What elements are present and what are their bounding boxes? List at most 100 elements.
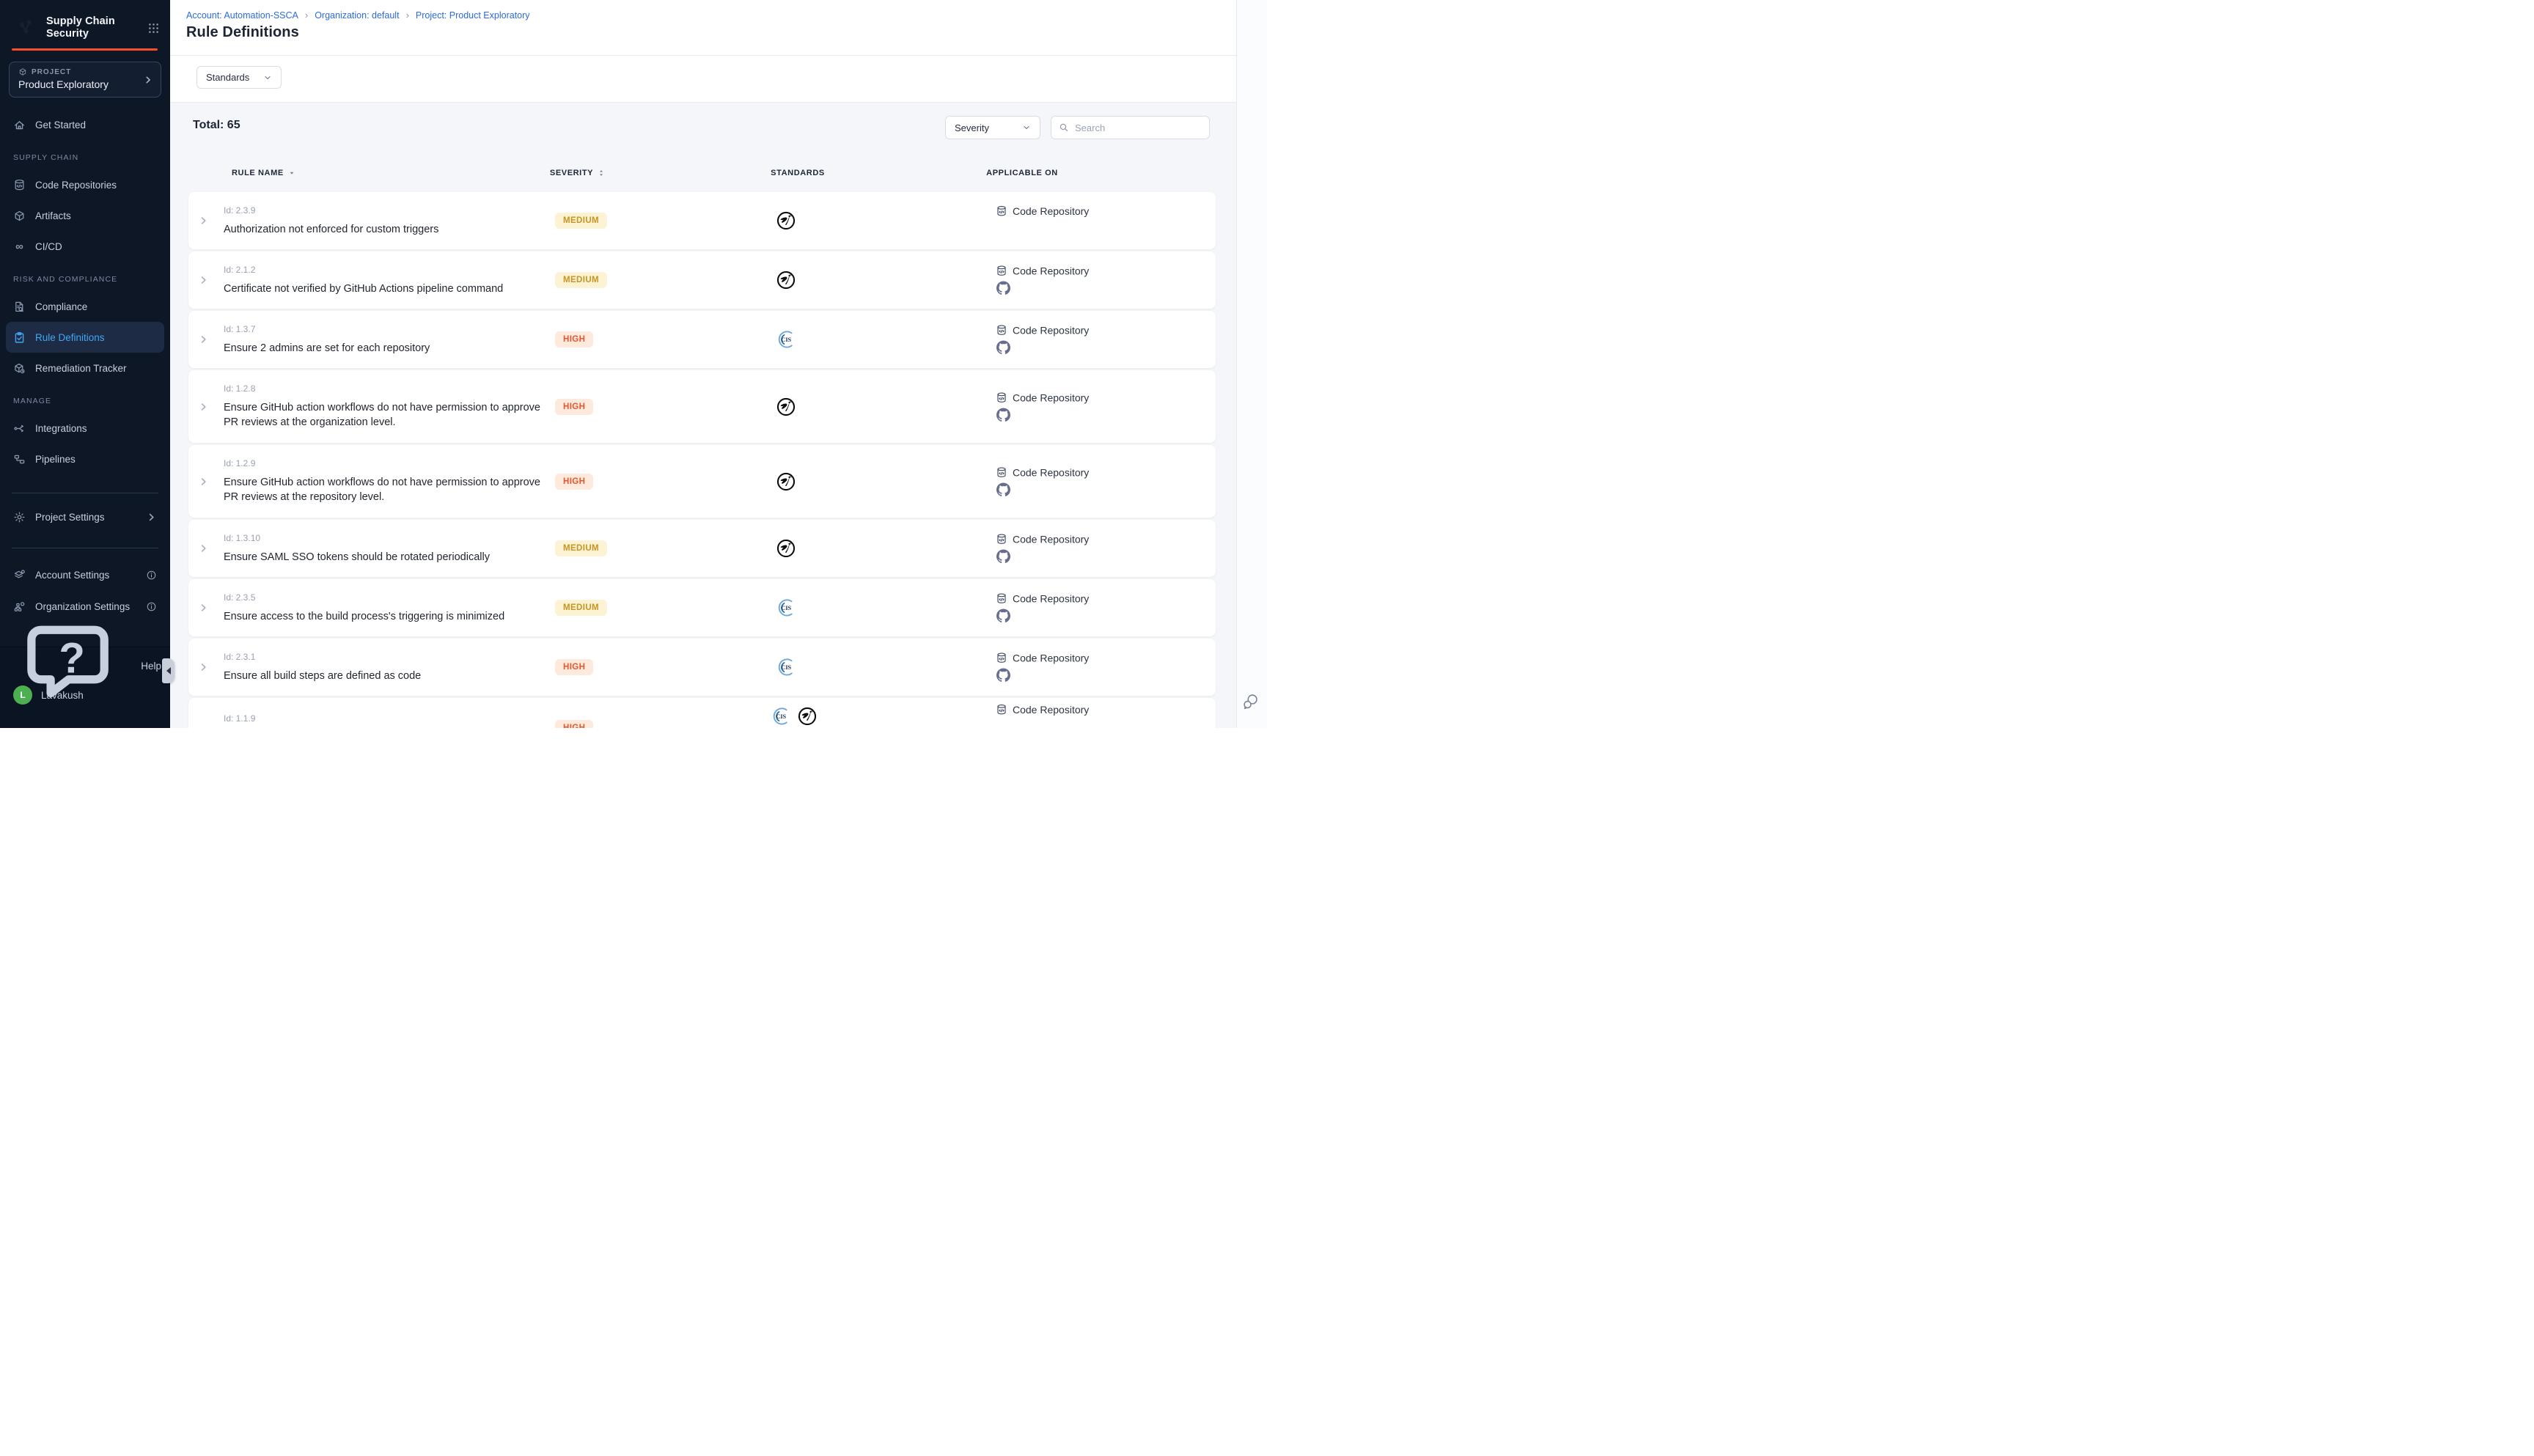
severity-badge: HIGH — [555, 399, 593, 415]
integrations-branch-icon — [13, 422, 26, 435]
repository-icon — [996, 265, 1007, 277]
applicable-on-label: Code Repository — [1013, 325, 1089, 337]
applicable-on-cell: Code Repository — [996, 652, 1089, 683]
github-icon — [996, 609, 1010, 623]
column-header-severity[interactable]: SEVERITY — [541, 169, 614, 177]
rule-name: Ensure all build steps are defined as co… — [224, 669, 555, 683]
sort-descending-icon[interactable] — [287, 169, 296, 177]
chevron-down-icon — [1022, 123, 1031, 132]
search-input[interactable] — [1075, 122, 1204, 133]
user-name: Lavakush — [41, 690, 84, 701]
table-row[interactable]: Id: 1.2.9 Ensure GitHub action workflows… — [188, 445, 1216, 518]
sidebar-item-pipelines[interactable]: Pipelines — [6, 444, 164, 474]
cis-icon — [776, 330, 796, 349]
breadcrumb-organization-link[interactable]: Organization: default — [315, 10, 399, 21]
standards-cell — [776, 397, 796, 416]
table-row[interactable]: Id: 1.3.10 Ensure SAML SSO tokens should… — [188, 520, 1216, 577]
table-row[interactable]: Id: 1.3.7 Ensure 2 admins are set for ea… — [188, 311, 1216, 368]
rule-name: Ensure 2 admins are set for each reposit… — [224, 341, 555, 356]
severity-badge: HIGH — [555, 474, 593, 490]
github-icon — [996, 408, 1010, 422]
table-row[interactable]: Id: 1.1.9 HIGH Code Repository — [188, 698, 1216, 728]
standards-cell — [776, 539, 796, 558]
repository-icon — [996, 534, 1007, 545]
applicable-on-label: Code Repository — [1013, 391, 1089, 403]
table-row[interactable]: Id: 2.3.5 Ensure access to the build pro… — [188, 579, 1216, 636]
row-expand-chevron-icon[interactable] — [198, 401, 209, 412]
sidebar-item-account-settings[interactable]: Account Settings — [6, 561, 164, 589]
sidebar-item-rule-definitions[interactable]: Rule Definitions — [6, 322, 164, 353]
applicable-on-cell: Code Repository — [996, 391, 1089, 422]
sidebar-item-label: Project Settings — [35, 512, 105, 523]
module-switcher-grid-icon[interactable] — [147, 22, 160, 34]
sidebar-item-label: Integrations — [35, 423, 87, 434]
supply-chain-security-logo-icon — [12, 13, 39, 43]
harness-code-icon — [996, 221, 1011, 236]
table-row[interactable]: Id: 1.2.8 Ensure GitHub action workflows… — [188, 370, 1216, 443]
row-expand-chevron-icon[interactable] — [198, 662, 209, 673]
rule-meta: Id: 1.2.9 Ensure GitHub action workflows… — [224, 458, 555, 504]
app-window: Supply Chain Security PROJECT Product Ex… — [0, 0, 1267, 728]
owasp-icon — [776, 472, 796, 491]
sidebar-section-risk-and-compliance: RISK AND COMPLIANCE — [6, 262, 164, 291]
row-expand-chevron-icon[interactable] — [198, 334, 209, 345]
rule-meta: Id: 2.1.2 Certificate not verified by Gi… — [224, 265, 555, 296]
sidebar-item-project-settings[interactable]: Project Settings — [6, 503, 164, 531]
user-menu[interactable]: L Lavakush — [13, 683, 161, 707]
app-title-line1: Supply Chain — [46, 15, 140, 28]
github-icon — [996, 482, 1010, 496]
sidebar-item-get-started[interactable]: Get Started — [6, 109, 164, 140]
help-label: Help — [141, 661, 161, 672]
column-header-rule-name[interactable]: RULE NAME — [232, 169, 296, 177]
search-icon — [1059, 122, 1069, 133]
sidebar-item-remediation-tracker[interactable]: Remediation Tracker — [6, 353, 164, 383]
standards-filter-label: Standards — [206, 72, 249, 83]
page-title: Rule Definitions — [186, 24, 299, 41]
rule-id: Id: 2.3.9 — [224, 205, 555, 216]
help-button[interactable]: Help — [13, 655, 161, 677]
project-selector[interactable]: PROJECT Product Exploratory — [9, 62, 161, 98]
sort-both-icon[interactable] — [597, 169, 606, 177]
row-expand-chevron-icon[interactable] — [198, 275, 209, 286]
rule-id: Id: 1.3.10 — [224, 533, 555, 543]
repository-icon — [996, 466, 1007, 478]
sidebar-item-compliance[interactable]: Compliance — [6, 291, 164, 322]
breadcrumb-account-link[interactable]: Account: Automation-SSCA — [186, 10, 298, 21]
sidebar-collapse-handle[interactable] — [162, 658, 175, 683]
owasp-icon — [776, 271, 796, 290]
table-row[interactable]: Id: 2.3.1 Ensure all build steps are def… — [188, 639, 1216, 696]
applicable-on-cell: Code Repository — [996, 466, 1089, 496]
info-icon[interactable] — [146, 601, 157, 612]
avatar: L — [13, 685, 32, 705]
sidebar-item-label: Account Settings — [35, 570, 109, 581]
box-wrench-icon — [13, 362, 26, 375]
row-expand-chevron-icon[interactable] — [198, 603, 209, 614]
severity-filter-dropdown[interactable]: Severity — [945, 116, 1040, 139]
table-row[interactable]: Id: 2.1.2 Certificate not verified by Gi… — [188, 251, 1216, 309]
breadcrumb-project-link[interactable]: Project: Product Exploratory — [416, 10, 530, 21]
support-chat-icon[interactable] — [1241, 692, 1261, 712]
row-expand-chevron-icon[interactable] — [198, 543, 209, 554]
sidebar-item-code-repositories[interactable]: Code Repositories — [6, 169, 164, 200]
repository-icon — [996, 652, 1007, 664]
brand-accent-line — [12, 48, 158, 51]
row-expand-chevron-icon[interactable] — [198, 476, 209, 487]
sidebar-item-label: Code Repositories — [35, 180, 117, 191]
github-icon — [996, 550, 1010, 564]
sidebar-item-cicd[interactable]: ∞ CI/CD — [6, 231, 164, 262]
divider — [170, 55, 1236, 56]
sidebar-nav: Get Started SUPPLY CHAIN Code Repositori… — [6, 109, 164, 474]
breadcrumb: Account: Automation-SSCA › Organization:… — [186, 10, 530, 21]
rule-name: Ensure access to the build process's tri… — [224, 609, 555, 624]
applicable-on-label: Code Repository — [1013, 652, 1089, 664]
row-expand-chevron-icon[interactable] — [198, 216, 209, 227]
rule-id: Id: 2.3.1 — [224, 652, 555, 662]
info-icon[interactable] — [146, 570, 157, 581]
table-row[interactable]: Id: 2.3.9 Authorization not enforced for… — [188, 192, 1216, 249]
repository-icon — [996, 325, 1007, 337]
standards-filter-dropdown[interactable]: Standards — [197, 66, 282, 89]
rule-name: Ensure GitHub action workflows do not ha… — [224, 475, 555, 504]
rule-name: Certificate not verified by GitHub Actio… — [224, 282, 555, 296]
sidebar-item-artifacts[interactable]: Artifacts — [6, 200, 164, 231]
sidebar-item-integrations[interactable]: Integrations — [6, 413, 164, 444]
